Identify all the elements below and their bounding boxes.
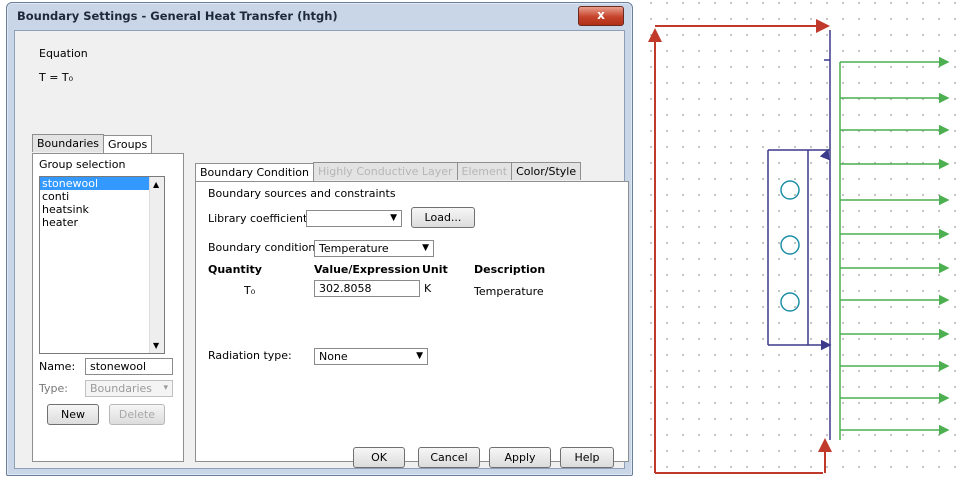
equation-label: Equation <box>39 47 88 60</box>
temperature-value-field[interactable]: 302.8058 <box>314 280 420 297</box>
left-tab-strip: Boundaries Groups <box>32 134 153 154</box>
description-text: Temperature <box>474 285 544 298</box>
close-button[interactable]: x <box>578 6 624 26</box>
type-label: Type: <box>39 382 68 395</box>
tab-element: Element <box>456 162 513 180</box>
right-tab-strip: Boundary Condition Highly Conductive Laye… <box>195 162 582 182</box>
value-header: Value/Expression <box>314 263 421 276</box>
boundary-condition-value: Temperature <box>319 242 389 255</box>
boundary-condition-label: Boundary condition: <box>208 241 320 254</box>
grid-dots <box>648 0 965 481</box>
name-field[interactable]: stonewool <box>85 358 173 375</box>
delete-button: Delete <box>109 404 165 425</box>
chevron-down-icon: ▼ <box>422 243 429 253</box>
unit-header: Unit <box>422 263 448 276</box>
sources-heading: Boundary sources and constraints <box>208 187 396 200</box>
equation-text: T = T₀ <box>39 71 74 84</box>
tab-boundary-condition[interactable]: Boundary Condition <box>195 163 314 182</box>
radiation-type-label: Radiation type: <box>208 349 292 362</box>
name-label: Name: <box>39 360 76 373</box>
quantity-symbol: T₀ <box>244 284 256 297</box>
type-value: Boundaries <box>90 382 153 395</box>
group-listbox[interactable]: stonewool conti heatsink heater ▲ ▼ <box>39 176 165 354</box>
unit-text: K <box>424 282 432 295</box>
tab-highly-conductive-layer: Highly Conductive Layer <box>312 162 458 180</box>
boundary-settings-dialog: Boundary Settings - General Heat Transfe… <box>6 2 633 476</box>
chevron-down-icon: ▼ <box>390 213 397 223</box>
boundary-condition-panel: Boundary sources and constraints Library… <box>195 181 629 462</box>
type-select: Boundaries ▾ <box>85 380 173 397</box>
quantity-header: Quantity <box>208 263 262 276</box>
group-selection-label: Group selection <box>39 158 126 171</box>
scroll-down-icon[interactable]: ▼ <box>153 341 159 350</box>
load-button[interactable]: Load... <box>411 207 475 228</box>
help-button[interactable]: Help <box>560 447 614 468</box>
list-item[interactable]: stonewool <box>40 177 150 190</box>
description-header: Description <box>474 263 546 276</box>
cancel-button[interactable]: Cancel <box>418 447 480 468</box>
list-item[interactable]: heater <box>40 216 164 229</box>
chevron-down-icon: ▾ <box>163 383 168 393</box>
radiation-type-select[interactable]: None ▼ <box>314 348 428 365</box>
chevron-down-icon: ▼ <box>416 351 423 361</box>
dialog-client-area: Equation T = T₀ Boundaries Groups Group s… <box>14 30 629 469</box>
radiation-type-value: None <box>319 350 348 363</box>
list-item[interactable]: conti <box>40 190 164 203</box>
list-item[interactable]: heatsink <box>40 203 164 216</box>
tab-color-style[interactable]: Color/Style <box>511 162 582 180</box>
apply-button[interactable]: Apply <box>489 447 551 468</box>
tab-boundaries[interactable]: Boundaries <box>32 134 105 152</box>
group-panel: Group selection stonewool conti heatsink… <box>32 153 184 462</box>
scroll-up-icon[interactable]: ▲ <box>153 180 159 189</box>
dialog-title: Boundary Settings - General Heat Transfe… <box>17 9 338 23</box>
new-button[interactable]: New <box>47 404 99 425</box>
boundary-condition-select[interactable]: Temperature ▼ <box>314 240 434 257</box>
library-coefficient-label: Library coefficient: <box>208 212 312 225</box>
tab-groups[interactable]: Groups <box>103 135 153 154</box>
library-coefficient-select[interactable]: ▼ <box>306 210 402 227</box>
title-bar[interactable]: Boundary Settings - General Heat Transfe… <box>7 3 632 29</box>
ok-button[interactable]: OK <box>353 447 405 468</box>
listbox-scrollbar[interactable]: ▲ ▼ <box>149 177 164 353</box>
geometry-canvas[interactable] <box>648 0 965 481</box>
